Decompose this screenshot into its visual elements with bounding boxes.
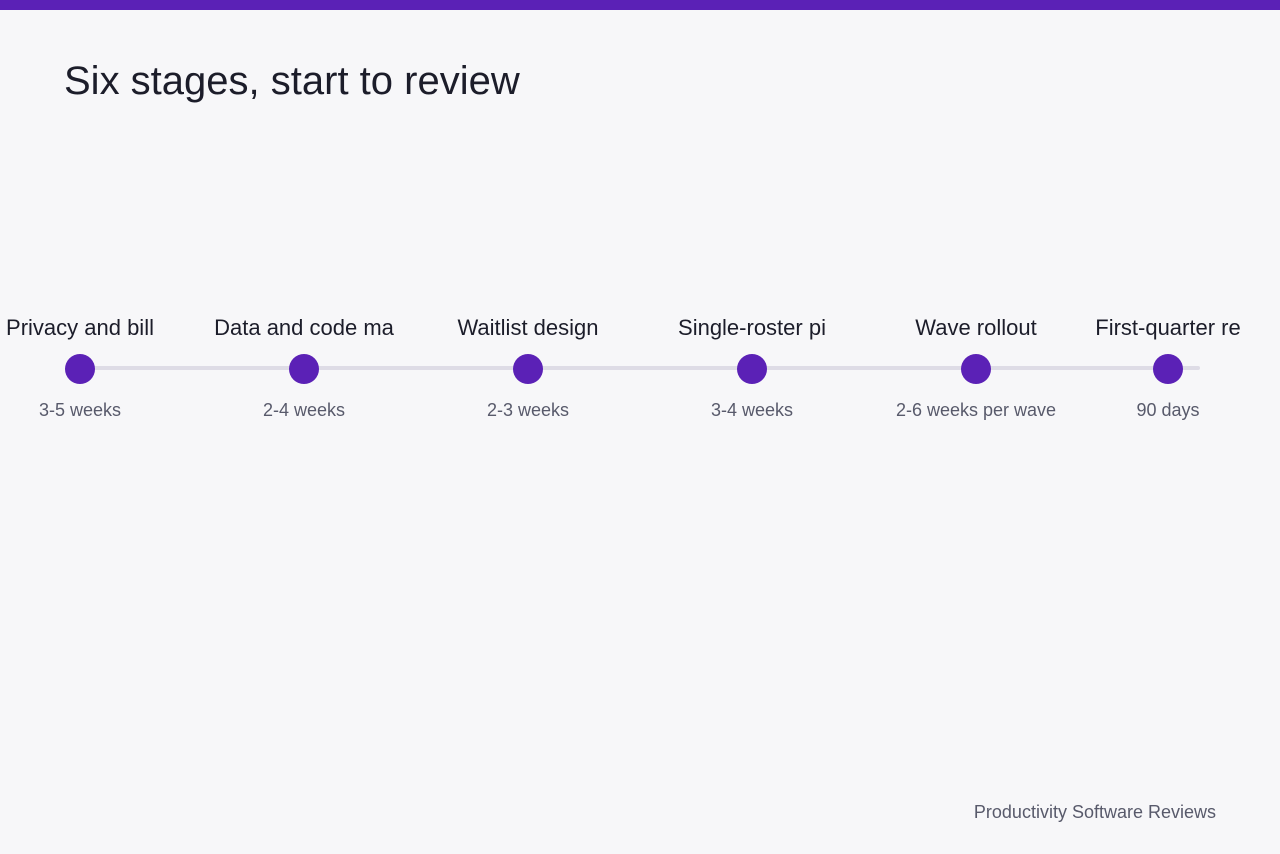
top-accent-bar bbox=[0, 0, 1280, 10]
stage-marker-dot bbox=[737, 354, 767, 384]
stage-marker-dot bbox=[289, 354, 319, 384]
stage-1: Privacy and bill 3-5 weeks bbox=[0, 300, 192, 440]
stage-duration: 90 days bbox=[1136, 400, 1200, 420]
stage-duration: 2-6 weeks per wave bbox=[895, 400, 1057, 420]
stage-5: Wave rollout 2-6 weeks per wave bbox=[864, 300, 1088, 440]
footer-brand: Productivity Software Reviews bbox=[973, 802, 1216, 822]
page-title: Six stages, start to review bbox=[64, 59, 520, 103]
stage-marker-dot bbox=[65, 354, 95, 384]
stage-label: Wave rollout bbox=[915, 315, 1037, 340]
stage-marker-dot bbox=[961, 354, 991, 384]
stage-label: Single-roster pi bbox=[678, 315, 826, 340]
stage-label: Privacy and bill bbox=[6, 315, 154, 340]
stage-duration: 2-4 weeks bbox=[262, 400, 346, 420]
stage-timeline: Privacy and bill 3-5 weeks Data and code… bbox=[0, 300, 1280, 440]
stage-marker-dot bbox=[513, 354, 543, 384]
stage-duration: 2-3 weeks bbox=[486, 400, 570, 420]
stage-label: Data and code ma bbox=[214, 315, 394, 340]
stage-duration: 3-5 weeks bbox=[38, 400, 122, 420]
stage-marker-dot bbox=[1153, 354, 1183, 384]
stage-label: First-quarter re bbox=[1095, 315, 1241, 340]
stage-3: Waitlist design 2-3 weeks bbox=[416, 300, 640, 440]
stage-label: Waitlist design bbox=[457, 315, 599, 340]
stage-2: Data and code ma 2-4 weeks bbox=[192, 300, 416, 440]
stage-6: First-quarter re 90 days bbox=[1056, 300, 1280, 440]
stage-duration: 3-4 weeks bbox=[710, 400, 794, 420]
stage-4: Single-roster pi 3-4 weeks bbox=[640, 300, 864, 440]
